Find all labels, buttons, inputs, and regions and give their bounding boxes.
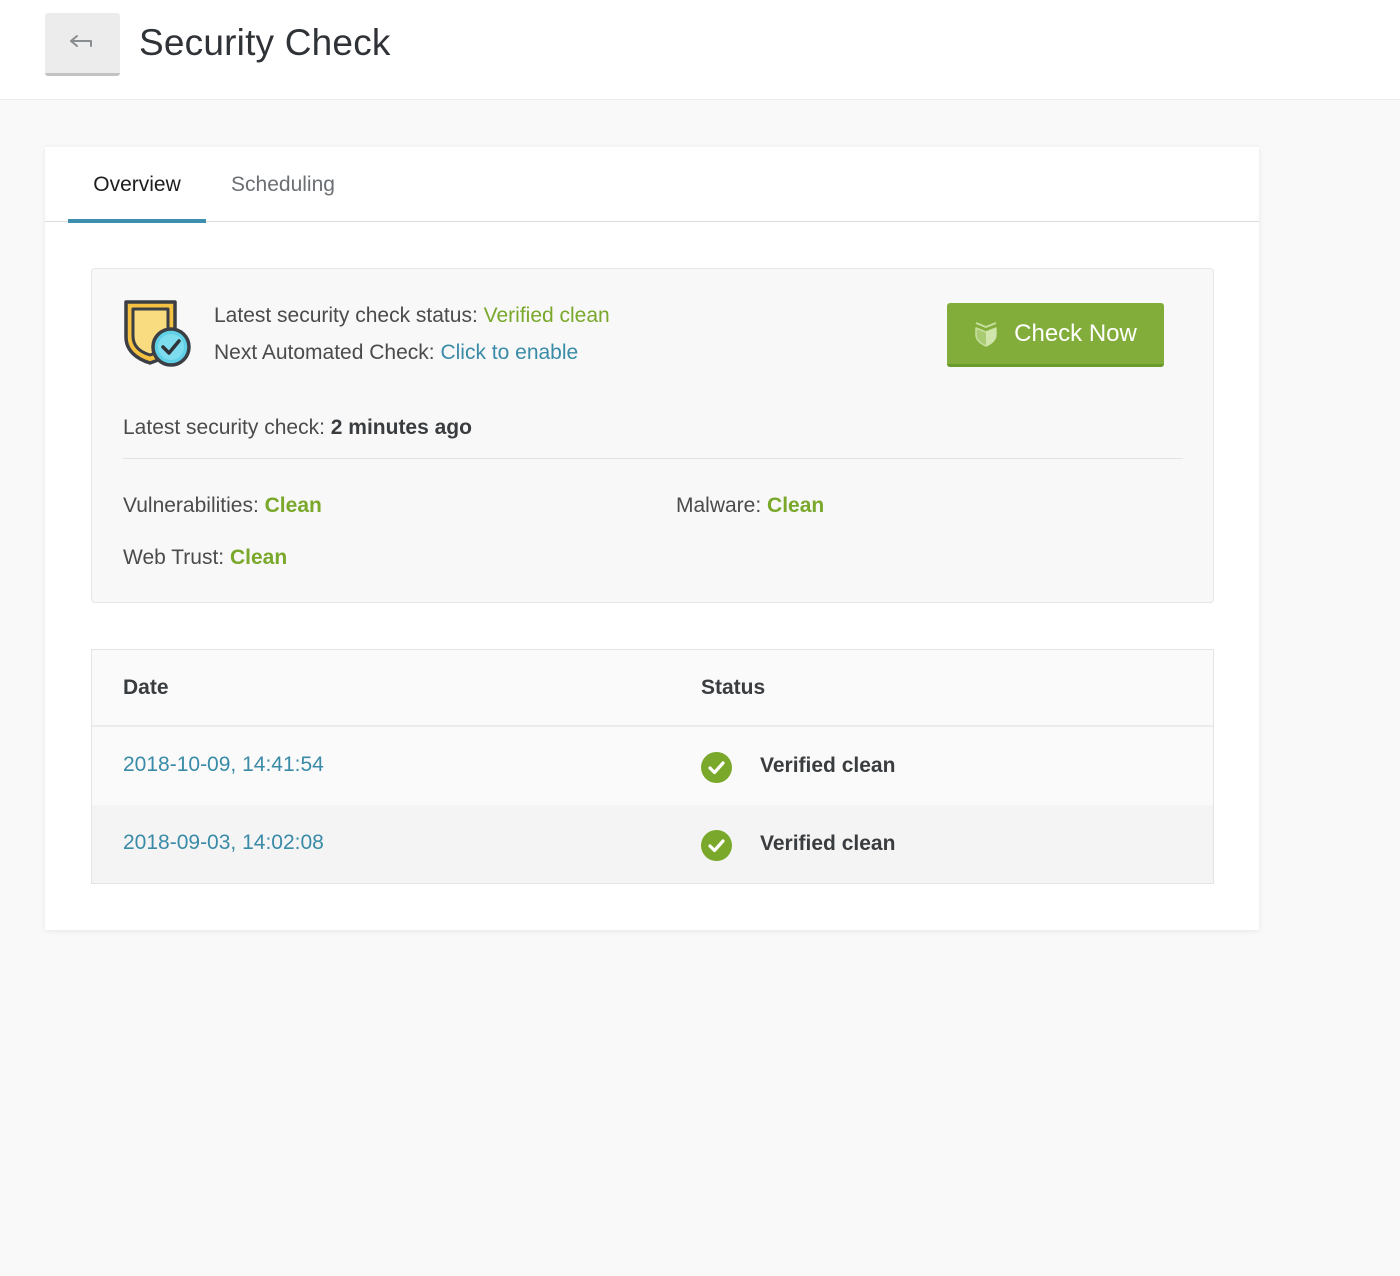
column-header-status[interactable]: Status (701, 676, 765, 700)
result-label: Malware: (676, 494, 762, 517)
row-status: Verified clean (760, 754, 896, 777)
tab-bar: Overview Scheduling (45, 147, 1259, 223)
latest-check: Latest security check: 2 minutes ago (123, 416, 472, 440)
check-now-label: Check Now (1014, 319, 1137, 347)
result-value: Clean (264, 494, 322, 517)
top-bar: Security Check (0, 0, 1400, 100)
page-title: Security Check (139, 22, 391, 63)
result-label: Web Trust: (123, 546, 225, 569)
result-value: Clean (230, 546, 288, 569)
main-card: Overview Scheduling Latest security chec… (45, 147, 1259, 930)
arrow-left-icon (69, 35, 92, 47)
tab-scheduling[interactable]: Scheduling (228, 147, 338, 222)
shield-icon (975, 321, 997, 347)
latest-check-value: 2 minutes ago (330, 416, 472, 439)
result-web-trust: Web Trust: Clean (123, 546, 287, 570)
result-malware: Malware: Clean (676, 494, 824, 518)
next-check-line: Next Automated Check: Click to enable (214, 341, 578, 365)
back-button[interactable] (45, 13, 120, 76)
result-value: Clean (767, 494, 825, 517)
result-vulnerabilities: Vulnerabilities: Clean (123, 494, 322, 518)
history-table: Date Status 2018-10-09, 14:41:54 Verifie… (91, 649, 1214, 884)
row-status: Verified clean (760, 832, 896, 855)
result-label: Vulnerabilities: (123, 494, 259, 517)
tab-overview[interactable]: Overview (68, 147, 206, 223)
check-circle-icon (701, 752, 732, 783)
status-label: Latest security check status: (214, 304, 478, 327)
row-date-link[interactable]: 2018-10-09, 14:41:54 (123, 753, 324, 777)
shield-check-icon (124, 300, 191, 367)
check-now-button[interactable]: Check Now (947, 303, 1164, 367)
divider (123, 458, 1183, 459)
status-value: Verified clean (483, 304, 610, 327)
table-row: 2018-10-09, 14:41:54 Verified clean (92, 727, 1213, 805)
check-circle-icon (701, 830, 732, 861)
next-check-label: Next Automated Check: (214, 341, 435, 364)
status-panel: Latest security check status: Verified c… (91, 268, 1214, 603)
table-header: Date Status (92, 650, 1213, 727)
column-header-date[interactable]: Date (123, 676, 169, 700)
row-date-link[interactable]: 2018-09-03, 14:02:08 (123, 831, 324, 855)
latest-check-label: Latest security check: (123, 416, 325, 439)
enable-link[interactable]: Click to enable (440, 341, 578, 364)
status-line: Latest security check status: Verified c… (214, 304, 610, 328)
table-row: 2018-09-03, 14:02:08 Verified clean (92, 805, 1213, 883)
